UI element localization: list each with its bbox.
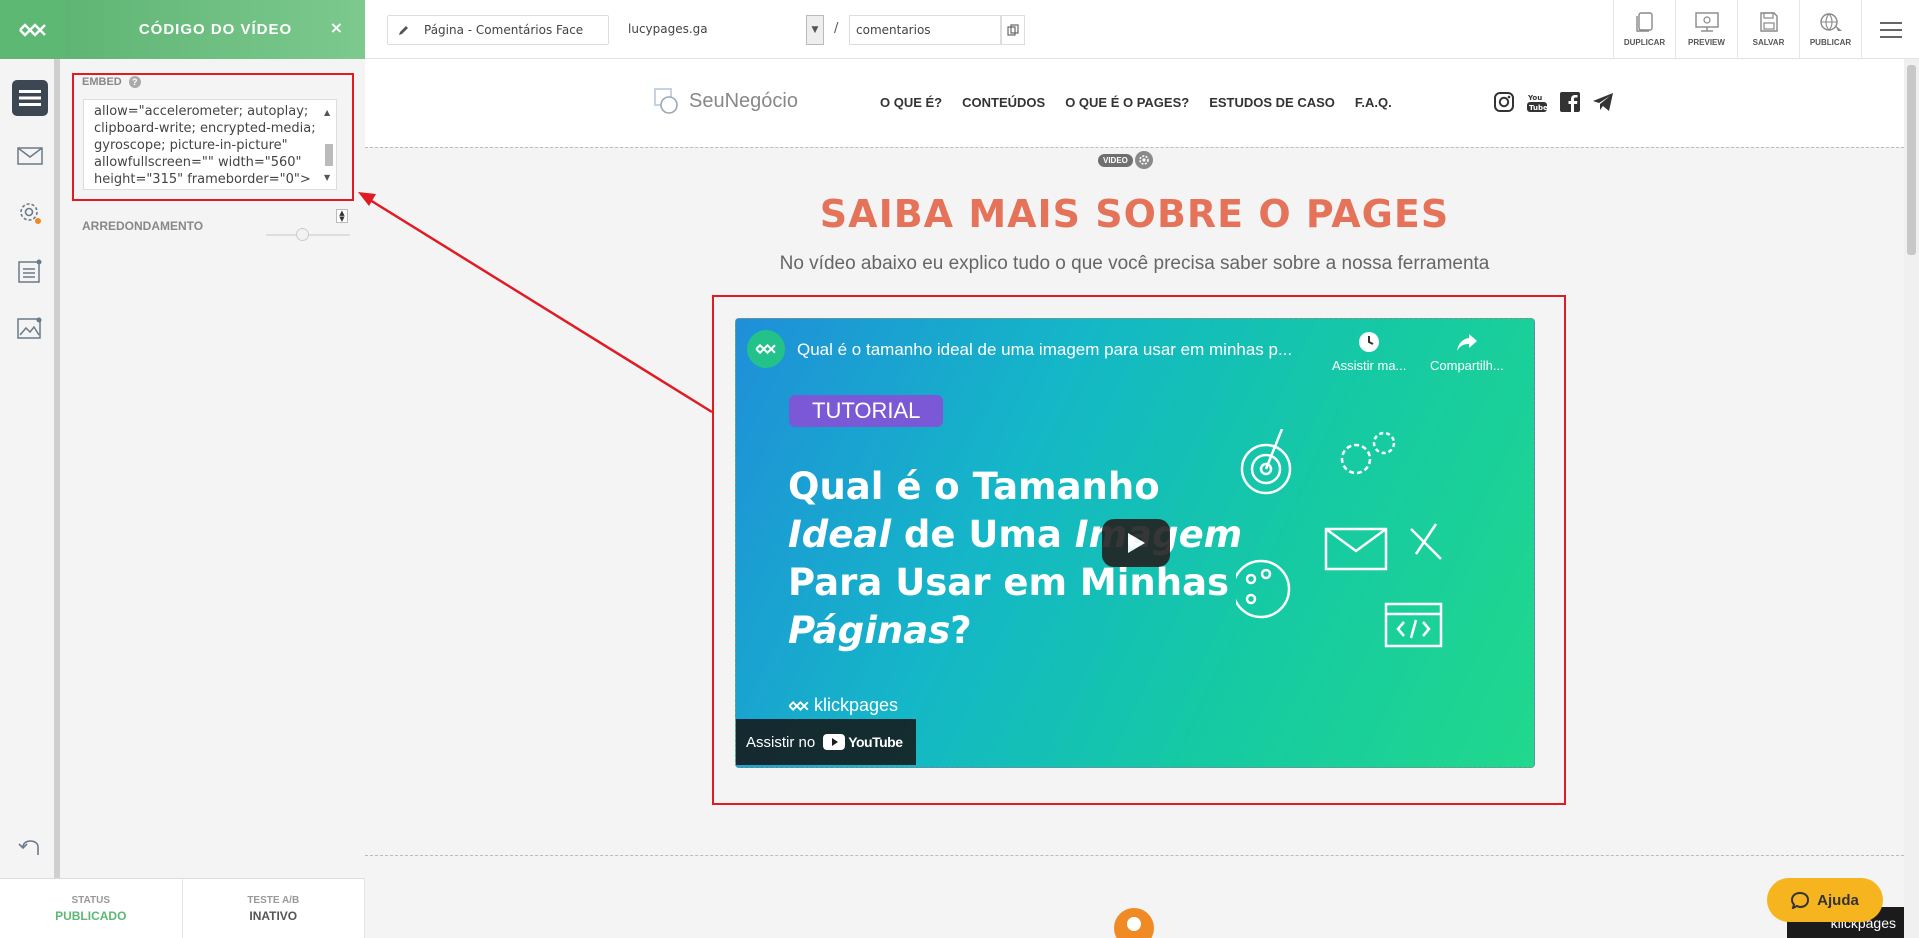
page-name-value: Página - Comentários Face xyxy=(424,23,584,37)
site-brand[interactable]: SeuNegócio xyxy=(653,87,798,115)
copy-link-button[interactable] xyxy=(1001,15,1025,45)
site-nav: O QUE É? CONTEÚDOS O QUE É O PAGES? ESTU… xyxy=(880,95,1392,110)
embed-highlight-box xyxy=(72,73,354,201)
duplicate-button[interactable]: DUPLICAR xyxy=(1613,0,1675,59)
close-icon[interactable]: × xyxy=(330,18,343,37)
youtube-icon[interactable]: You Tube xyxy=(1526,91,1548,113)
url-separator: / xyxy=(834,21,839,36)
brand-name: SeuNegócio xyxy=(689,89,798,112)
status-bar: STATUS PUBLICADO TESTE A/B INATIVO xyxy=(0,878,365,938)
location-pin-icon xyxy=(1114,908,1154,938)
forms-button[interactable] xyxy=(12,253,48,289)
svg-text:You: You xyxy=(1527,94,1542,102)
app-logo[interactable] xyxy=(0,0,66,59)
ab-key: TESTE A/B xyxy=(247,894,300,906)
domain-value[interactable]: lucypages.ga xyxy=(628,22,708,36)
images-button[interactable] xyxy=(12,310,48,346)
brand-logo-icon xyxy=(654,88,678,114)
status-key: STATUS xyxy=(71,894,110,906)
section-subtitle: No vídeo abaixo eu explico tudo o que vo… xyxy=(779,253,1490,274)
left-icon-bar xyxy=(0,0,66,878)
hamburger-icon xyxy=(19,90,41,106)
save-label: SALVAR xyxy=(1752,38,1785,47)
page-name-field[interactable]: Página - Comentários Face xyxy=(387,15,609,45)
hamburger-icon xyxy=(1879,21,1902,38)
svg-text:Tube: Tube xyxy=(1529,104,1548,112)
publish-status[interactable]: STATUS PUBLICADO xyxy=(0,879,183,938)
section-title: SAIBA MAIS SOBRE O PAGES xyxy=(819,192,1450,236)
undo-button[interactable] xyxy=(12,828,48,864)
preview-button[interactable]: PREVIEW xyxy=(1675,0,1737,59)
ab-test-status[interactable]: TESTE A/B INATIVO xyxy=(183,879,365,938)
chevron-down-icon[interactable]: ▼ xyxy=(806,15,824,45)
pencil-icon xyxy=(399,26,408,35)
publish-icon xyxy=(1819,13,1842,31)
settings-button[interactable] xyxy=(12,195,48,231)
mail-icon xyxy=(17,147,43,165)
nav-item[interactable]: F.A.Q. xyxy=(1355,95,1392,110)
chat-bubble-icon xyxy=(1791,891,1810,909)
preview-label: PREVIEW xyxy=(1688,38,1725,47)
rounding-stepper[interactable]: ▲ ▼ xyxy=(336,209,348,223)
slug-input[interactable]: comentarios xyxy=(849,15,1001,45)
rounding-slider-knob[interactable] xyxy=(296,228,309,241)
sections-menu-button[interactable] xyxy=(12,80,48,116)
scrollbar-thumb[interactable] xyxy=(1907,65,1916,255)
copy-icon xyxy=(1007,24,1019,36)
social-links: You Tube xyxy=(1493,91,1614,113)
form-icon xyxy=(18,259,42,283)
email-button[interactable] xyxy=(12,138,48,174)
publish-button[interactable]: PUBLICAR xyxy=(1799,0,1861,59)
duplicate-label: DUPLICAR xyxy=(1623,38,1666,47)
panel-title: CÓDIGO DO VÍDEO xyxy=(138,21,293,38)
undo-icon xyxy=(18,840,39,855)
site-header[interactable]: SeuNegócio O QUE É? CONTEÚDOS O QUE É O … xyxy=(365,59,1904,147)
nav-item[interactable]: O QUE É? xyxy=(880,95,942,110)
status-value: PUBLICADO xyxy=(55,908,127,923)
rounding-label: ARREDONDAMENTO xyxy=(82,219,204,233)
panel-header: CÓDIGO DO VÍDEO × xyxy=(66,0,365,59)
help-label: Ajuda xyxy=(1817,891,1859,909)
duplicate-icon xyxy=(1635,12,1653,32)
facebook-icon[interactable] xyxy=(1559,91,1581,113)
nav-item[interactable]: ESTUDOS DE CASO xyxy=(1209,95,1335,110)
video-highlight-box xyxy=(712,295,1566,805)
top-toolbar: Página - Comentários Face lucypages.ga ▼… xyxy=(365,0,1919,59)
save-icon xyxy=(1759,12,1778,32)
preview-icon xyxy=(1694,12,1719,32)
telegram-icon[interactable] xyxy=(1592,91,1614,113)
gear-icon xyxy=(20,203,41,224)
gear-icon xyxy=(1139,155,1149,165)
section-badge[interactable]: VIDEO xyxy=(1098,151,1153,169)
main-menu-button[interactable] xyxy=(1861,0,1919,59)
nav-item[interactable]: O QUE É O PAGES? xyxy=(1065,95,1189,110)
instagram-icon[interactable] xyxy=(1493,91,1515,113)
help-button[interactable]: Ajuda xyxy=(1767,878,1883,922)
ab-value: INATIVO xyxy=(249,908,298,923)
image-icon xyxy=(17,317,42,339)
klickpages-logo-icon xyxy=(19,22,46,37)
publish-label: PUBLICAR xyxy=(1809,38,1852,47)
section-settings-button[interactable] xyxy=(1134,151,1153,169)
nav-item[interactable]: CONTEÚDOS xyxy=(962,95,1045,110)
page-scrollbar[interactable] xyxy=(1904,59,1919,938)
save-button[interactable]: SALVAR xyxy=(1737,0,1799,59)
section-type-tag: VIDEO xyxy=(1098,153,1133,167)
